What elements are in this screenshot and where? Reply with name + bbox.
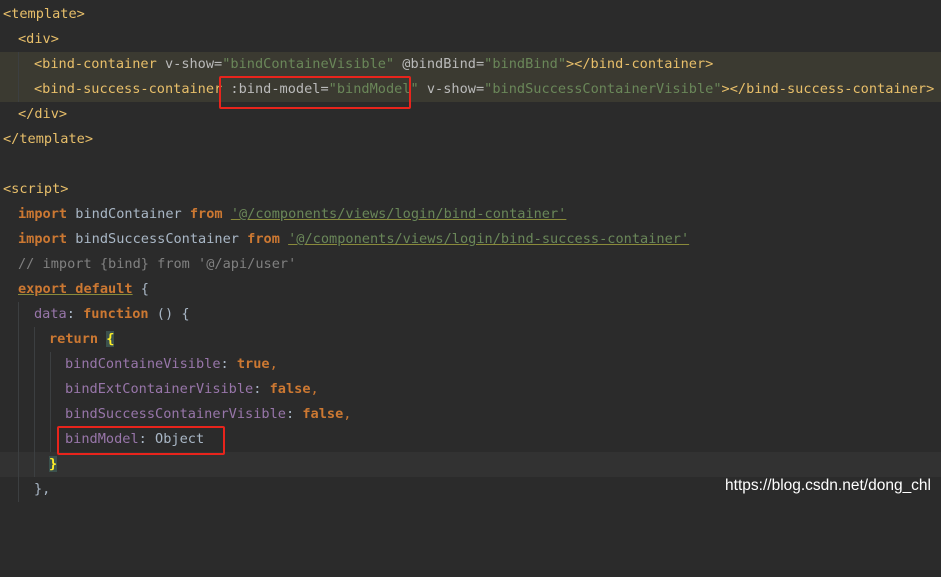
code-line-18: bindModel: Object — [0, 427, 941, 452]
code-line-10: import bindSuccessContainer from '@/comp… — [0, 227, 941, 252]
indent-guide — [34, 327, 35, 352]
div-close-tag: </div> — [18, 106, 68, 122]
indent-guide — [18, 377, 19, 402]
code-line-14: return { — [0, 327, 941, 352]
indent-guide — [34, 452, 35, 477]
code-line-1: <template> — [0, 2, 941, 27]
indent-guide — [18, 477, 19, 502]
indent-guide — [18, 402, 19, 427]
bind-container-element: <bind-container v-show="bindContaineVisi… — [34, 56, 714, 72]
code-line-5: </div> — [0, 102, 941, 127]
code-line-6: </template> — [0, 127, 941, 152]
indent-guide — [18, 427, 19, 452]
template-open-tag: <template> — [3, 6, 85, 22]
code-editor[interactable]: <template> <div> <bind-container v-show=… — [0, 0, 941, 504]
indent-guide — [18, 77, 19, 102]
watermark: https://blog.csdn.net/dong_chl — [725, 477, 931, 494]
indent-guide — [50, 352, 51, 377]
indent-guide — [18, 52, 19, 77]
import-bind-container: import bindContainer from '@/components/… — [18, 206, 567, 222]
data-function: data: function () { — [34, 306, 190, 322]
code-line-9: import bindContainer from '@/components/… — [0, 202, 941, 227]
prop-bind-ext-container-visible: bindExtContainerVisible: false, — [65, 381, 319, 397]
code-line-2: <div> — [0, 27, 941, 52]
script-open-tag: <script> — [3, 181, 69, 197]
data-close: }, — [34, 481, 51, 497]
code-line-17: bindSuccessContainerVisible: false, — [0, 402, 941, 427]
code-line-19: } — [0, 452, 941, 477]
code-line-7-empty — [0, 152, 941, 177]
indent-guide — [18, 352, 19, 377]
indent-guide — [18, 327, 19, 352]
prop-bind-model: bindModel: Object — [65, 431, 205, 447]
indent-guide — [50, 377, 51, 402]
indent-guide — [50, 427, 51, 452]
code-line-4: <bind-success-container :bind-model="bin… — [0, 77, 941, 102]
indent-guide — [34, 352, 35, 377]
indent-guide — [18, 452, 19, 477]
indent-guide — [18, 302, 19, 327]
matched-brace-open: { — [106, 331, 115, 347]
comment-line: // import {bind} from '@/api/user' — [18, 256, 297, 272]
return-statement: return { — [49, 331, 115, 347]
indent-guide — [34, 402, 35, 427]
bind-success-container-element: <bind-success-container :bind-model="bin… — [34, 81, 935, 97]
code-line-12: export default { — [0, 277, 941, 302]
import-bind-success-container: import bindSuccessContainer from '@/comp… — [18, 231, 690, 247]
code-line-16: bindExtContainerVisible: false, — [0, 377, 941, 402]
indent-guide — [34, 427, 35, 452]
code-line-11: // import {bind} from '@/api/user' — [0, 252, 941, 277]
code-line-8: <script> — [0, 177, 941, 202]
code-line-15: bindContaineVisible: true, — [0, 352, 941, 377]
code-line-3: <bind-container v-show="bindContaineVisi… — [0, 52, 941, 77]
export-default: export default { — [18, 281, 149, 297]
indent-guide — [50, 402, 51, 427]
indent-guide — [34, 377, 35, 402]
matched-brace-close: } — [49, 456, 58, 472]
return-close-brace: } — [49, 452, 58, 477]
template-close-tag: </template> — [3, 131, 94, 147]
prop-bind-success-container-visible: bindSuccessContainerVisible: false, — [65, 406, 352, 422]
div-open-tag: <div> — [18, 31, 59, 47]
code-line-13: data: function () { — [0, 302, 941, 327]
prop-bind-containe-visible: bindContaineVisible: true, — [65, 356, 278, 372]
